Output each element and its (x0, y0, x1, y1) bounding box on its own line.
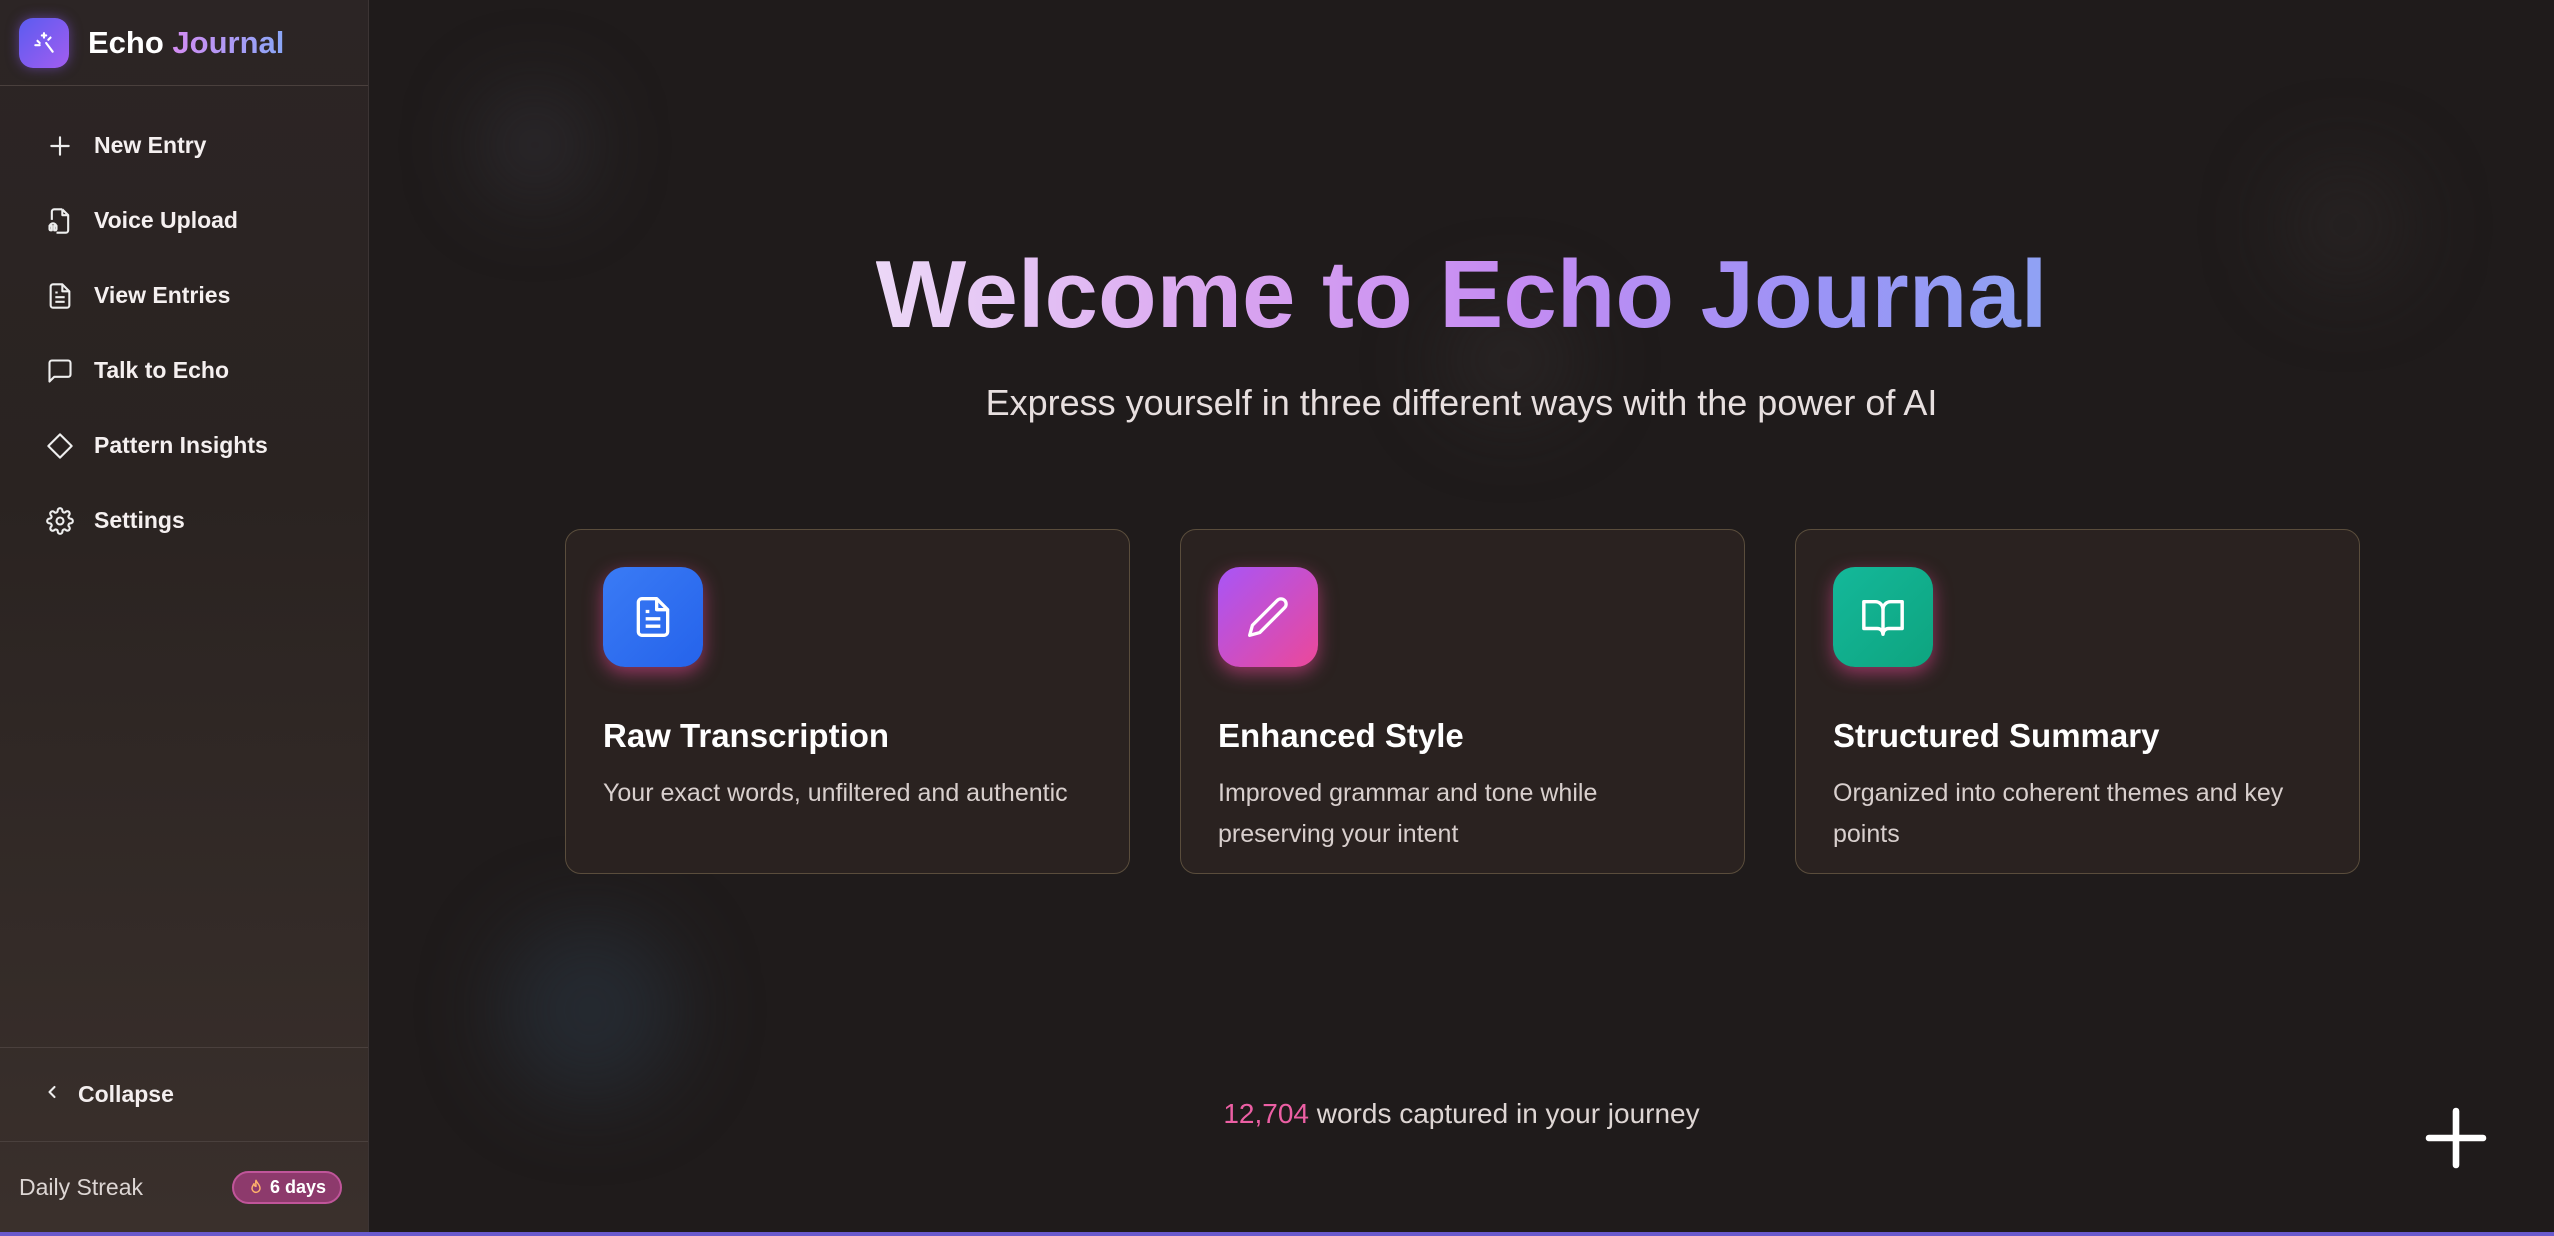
app-title: Echo Journal (88, 25, 284, 61)
card-description: Improved grammar and tone while preservi… (1218, 779, 1598, 848)
sidebar-item-label: New Entry (94, 132, 207, 158)
sidebar-item-settings[interactable]: Settings (0, 483, 368, 558)
word-count-summary: 12,704 words captured in your journey (369, 1098, 2554, 1130)
chat-icon (44, 355, 76, 387)
background-glow (500, 920, 680, 1100)
card-description: Organized into coherent themes and key p… (1833, 779, 2284, 848)
sparkle-icon[interactable] (19, 17, 69, 68)
word-count: 12,704 (1223, 1098, 1309, 1129)
daily-streak: Daily Streak 6 days (0, 1142, 368, 1232)
sidebar-item-label: Settings (94, 507, 185, 533)
sidebar-item-pattern-insights[interactable]: Pattern Insights (0, 408, 368, 483)
audio-file-icon (44, 205, 76, 237)
sidebar-item-new-entry[interactable]: New Entry (0, 108, 368, 183)
streak-label: Daily Streak (19, 1173, 143, 1200)
gear-icon (44, 505, 76, 537)
plus-icon (44, 130, 76, 162)
sidebar-item-view-entries[interactable]: View Entries (0, 258, 368, 333)
sidebar-item-label: Voice Upload (94, 207, 238, 233)
word-count-suffix: words captured in your journey (1308, 1098, 1700, 1129)
card-raw-transcription[interactable]: Raw Transcription Your exact words, unfi… (565, 529, 1130, 874)
card-structured-summary[interactable]: Structured Summary Organized into cohere… (1795, 529, 2360, 874)
add-entry-button[interactable] (2418, 1100, 2494, 1176)
bottom-accent-bar (0, 1232, 2554, 1236)
streak-value: 6 days (269, 1176, 326, 1197)
plus-icon (2425, 1107, 2487, 1169)
app-title-part2: Journal (172, 24, 285, 60)
page-title: Welcome to Echo Journal (369, 240, 2554, 350)
pencil-icon (1218, 567, 1318, 667)
streak-badge: 6 days (231, 1170, 342, 1204)
sidebar-item-talk-to-echo[interactable]: Talk to Echo (0, 333, 368, 408)
card-title: Raw Transcription (603, 717, 890, 754)
document-icon (603, 567, 703, 667)
flame-icon (251, 1179, 261, 1194)
chevron-left-icon (42, 1082, 62, 1107)
app-title-part1: Echo (88, 24, 164, 60)
sidebar-nav: New Entry Voice Upload View Entries Talk… (0, 86, 368, 558)
sidebar: Echo Journal New Entry Voice Upload View… (0, 0, 369, 1232)
sidebar-item-label: Pattern Insights (94, 432, 268, 458)
sidebar-item-label: View Entries (94, 282, 231, 308)
sidebar-item-label: Talk to Echo (94, 357, 230, 383)
book-open-icon (1833, 567, 1933, 667)
card-description: Your exact words, unfiltered and authent… (603, 779, 1068, 807)
collapse-button[interactable]: Collapse (0, 1047, 368, 1142)
page-subtitle: Express yourself in three different ways… (985, 382, 1938, 423)
sidebar-item-voice-upload[interactable]: Voice Upload (0, 183, 368, 258)
card-enhanced-style[interactable]: Enhanced Style Improved grammar and tone… (1180, 529, 1745, 874)
page-title-text: Welcome to Echo Journal (875, 241, 2048, 348)
document-icon (44, 280, 76, 312)
collapse-label: Collapse (78, 1081, 174, 1107)
brand: Echo Journal (0, 0, 368, 86)
card-title: Enhanced Style (1218, 717, 1464, 754)
background-glow (480, 90, 590, 200)
diamond-icon (44, 430, 76, 462)
card-title: Structured Summary (1833, 717, 2160, 754)
